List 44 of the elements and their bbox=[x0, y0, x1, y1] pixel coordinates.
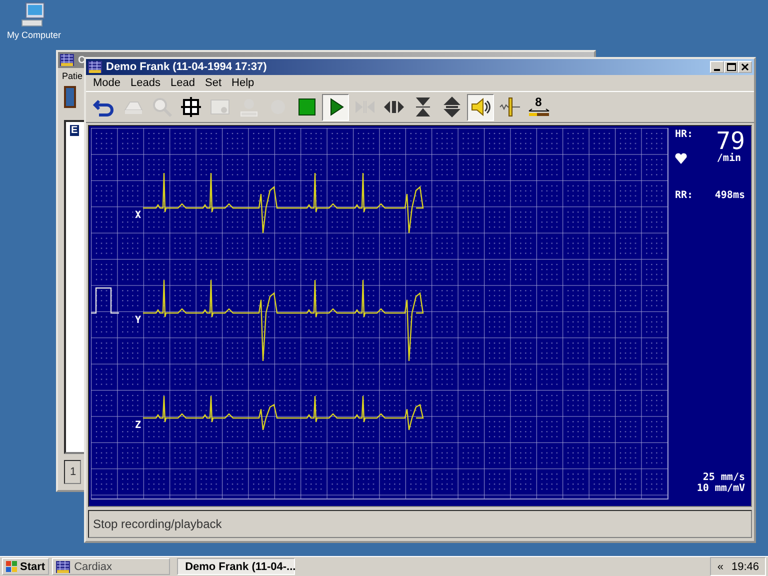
stop-icon bbox=[296, 96, 318, 118]
taskbar-button[interactable]: Cardiax bbox=[52, 558, 170, 575]
list-item[interactable]: E bbox=[70, 125, 79, 136]
gain-setting: 10 mm/mV bbox=[696, 483, 745, 494]
app-icon bbox=[88, 61, 102, 73]
heart-rate-unit: /min bbox=[716, 153, 741, 164]
menu-item[interactable]: Mode bbox=[88, 77, 126, 89]
close-button[interactable] bbox=[738, 61, 752, 73]
taskbar-button[interactable]: Demo Frank (11-04-... bbox=[177, 558, 296, 575]
magnifier-icon bbox=[150, 96, 172, 118]
window-title: Demo Frank (11-04-1994 17:37) bbox=[106, 61, 268, 73]
start-button[interactable]: Start bbox=[2, 558, 50, 575]
input-field[interactable]: 1 bbox=[64, 460, 81, 484]
hr-label: HR: bbox=[675, 129, 694, 140]
app-icon bbox=[56, 560, 70, 572]
menu-item[interactable]: Patie bbox=[60, 71, 85, 81]
windows-logo-icon bbox=[6, 560, 18, 572]
clock: 19:46 bbox=[731, 560, 759, 572]
toolbar-button[interactable] bbox=[322, 94, 349, 120]
lead-label: X bbox=[135, 210, 142, 221]
lead-label: Z bbox=[135, 420, 142, 431]
menu-item[interactable]: Set bbox=[200, 77, 227, 89]
close-icon bbox=[741, 63, 749, 71]
paper-speed: 25 mm/s bbox=[702, 472, 745, 483]
heart-rate-value: 79 bbox=[716, 129, 745, 153]
filter-icon bbox=[498, 96, 520, 118]
tray-expand-button[interactable]: « bbox=[717, 560, 724, 572]
maximize-button[interactable] bbox=[724, 61, 738, 73]
minimize-button[interactable] bbox=[710, 61, 724, 73]
menu-item[interactable]: Leads bbox=[126, 77, 166, 89]
crosshair-grid-icon bbox=[180, 96, 202, 118]
menu-item[interactable]: Help bbox=[226, 77, 260, 89]
speaker-icon bbox=[470, 96, 492, 118]
app-icon bbox=[60, 54, 74, 66]
desktop-icon-label[interactable]: My Computer bbox=[6, 30, 61, 40]
rr-interval-value: 498ms bbox=[714, 190, 745, 201]
lead-label: Y bbox=[135, 315, 142, 326]
menu-item[interactable]: Lead bbox=[166, 77, 200, 89]
person-icon bbox=[238, 96, 260, 118]
rr-label: RR: bbox=[675, 190, 694, 201]
toolbar-button[interactable] bbox=[467, 94, 494, 120]
status-text: Stop recording/playback bbox=[93, 517, 222, 531]
heart-icon bbox=[675, 153, 687, 164]
maximize-icon bbox=[726, 63, 736, 71]
